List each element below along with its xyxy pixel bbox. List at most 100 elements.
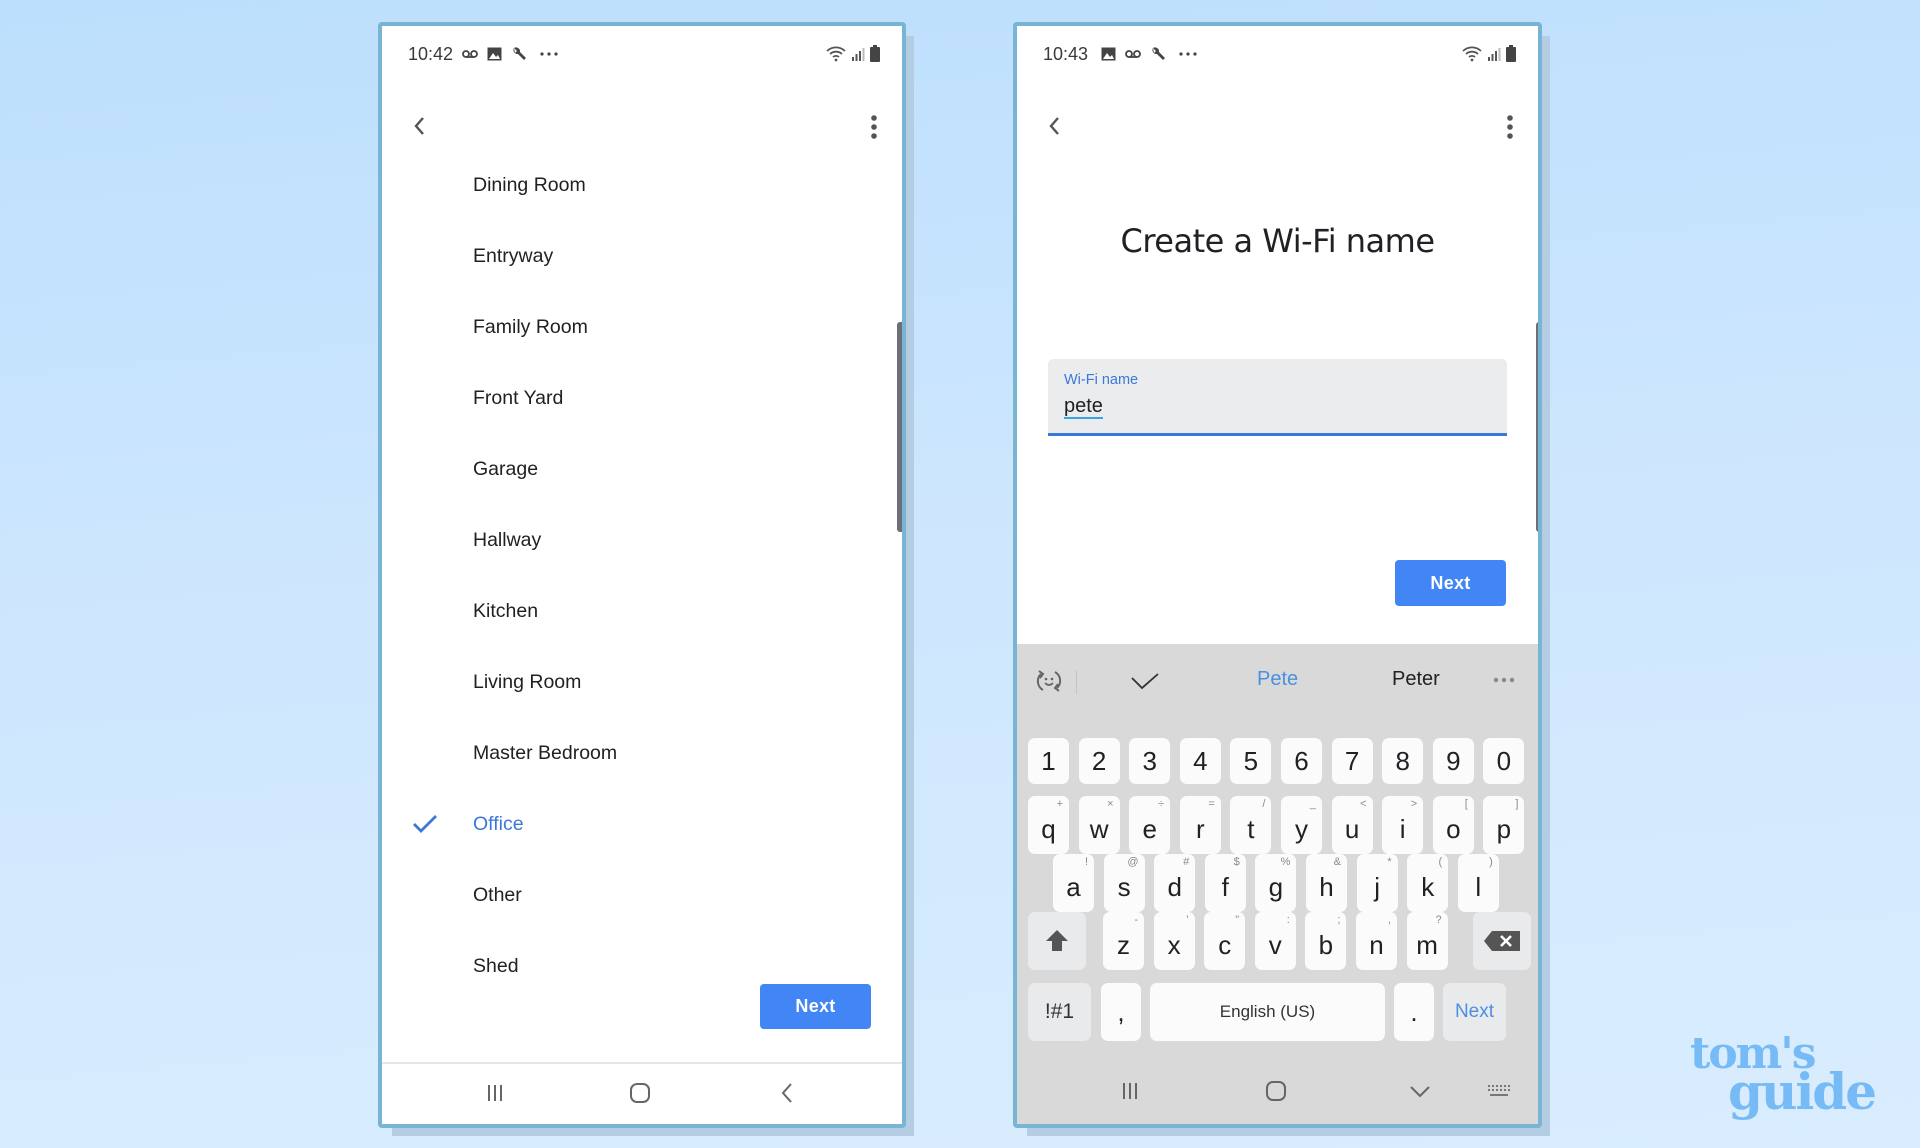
wifi-name-value[interactable]: pete bbox=[1064, 395, 1103, 419]
shift-key[interactable] bbox=[1028, 912, 1086, 970]
room-option[interactable]: Master Bedroom bbox=[382, 718, 902, 789]
key-n[interactable]: n, bbox=[1356, 912, 1397, 970]
scrollbar[interactable] bbox=[1536, 322, 1538, 532]
next-button[interactable]: Next bbox=[760, 984, 871, 1029]
key-secondary: % bbox=[1280, 856, 1291, 868]
symbols-key[interactable]: !#1 bbox=[1028, 983, 1091, 1041]
key-g[interactable]: g% bbox=[1255, 854, 1297, 912]
room-label: Office bbox=[473, 813, 524, 835]
recent-apps-icon[interactable] bbox=[1115, 1076, 1145, 1106]
room-label: Hallway bbox=[473, 529, 542, 551]
room-option[interactable]: Kitchen bbox=[382, 576, 902, 647]
room-option[interactable]: Office bbox=[382, 789, 902, 860]
room-option[interactable]: Front Yard bbox=[382, 363, 902, 434]
suggestion-peter[interactable]: Peter bbox=[1392, 668, 1440, 691]
more-options-button[interactable] bbox=[1504, 114, 1516, 140]
key-l[interactable]: l) bbox=[1457, 854, 1499, 912]
key-secondary: @ bbox=[1127, 856, 1139, 868]
space-key[interactable]: English (US) bbox=[1150, 983, 1385, 1041]
key-9[interactable]: 9 bbox=[1432, 738, 1474, 784]
voicemail-icon bbox=[1125, 50, 1141, 58]
room-option[interactable]: Family Room bbox=[382, 292, 902, 363]
hide-keyboard-icon[interactable] bbox=[1405, 1076, 1435, 1106]
key-e[interactable]: e ÷ bbox=[1129, 796, 1171, 854]
key-o[interactable]: o[ bbox=[1432, 796, 1474, 854]
key-y[interactable]: y _ bbox=[1281, 796, 1322, 854]
room-option[interactable]: Dining Room bbox=[382, 150, 902, 221]
key-label: i bbox=[1399, 813, 1406, 844]
key-secondary: ÷ bbox=[1158, 798, 1165, 810]
key-t[interactable]: t / bbox=[1230, 796, 1272, 854]
room-label: Other bbox=[473, 884, 522, 906]
recent-apps-icon[interactable] bbox=[480, 1078, 510, 1108]
more-suggestions-icon[interactable] bbox=[1493, 677, 1515, 683]
key-f[interactable]: f $ bbox=[1204, 854, 1246, 912]
room-option[interactable]: Living Room bbox=[382, 647, 902, 718]
suggestion-pete[interactable]: Pete bbox=[1257, 668, 1298, 691]
key-r[interactable]: r = bbox=[1179, 796, 1221, 854]
key-x[interactable]: x ' bbox=[1153, 912, 1195, 970]
key-v[interactable]: v: bbox=[1254, 912, 1296, 970]
checkmark-icon[interactable] bbox=[1130, 672, 1160, 692]
key-z[interactable]: z- bbox=[1103, 912, 1144, 970]
key-m[interactable]: m? bbox=[1406, 912, 1448, 970]
key-0[interactable]: 0 bbox=[1483, 738, 1525, 784]
key-d[interactable]: d # bbox=[1154, 854, 1196, 912]
key-label: 4 bbox=[1193, 745, 1208, 776]
room-label: Living Room bbox=[473, 671, 582, 693]
key-label: m bbox=[1416, 929, 1438, 960]
key-secondary: / bbox=[1262, 798, 1266, 810]
back-nav-icon[interactable] bbox=[772, 1078, 802, 1108]
key-label: 9 bbox=[1446, 745, 1461, 776]
room-label: Shed bbox=[473, 955, 519, 977]
key-4[interactable]: 4 bbox=[1179, 738, 1221, 784]
key-a[interactable]: a! bbox=[1053, 854, 1094, 912]
key-b[interactable]: b; bbox=[1305, 912, 1347, 970]
key-label: r bbox=[1195, 813, 1205, 844]
key-1[interactable]: 1 bbox=[1028, 738, 1069, 784]
key-2[interactable]: 2 bbox=[1078, 738, 1120, 784]
key-secondary: ) bbox=[1489, 856, 1493, 868]
key-secondary: $ bbox=[1233, 856, 1240, 868]
key-j[interactable]: j * bbox=[1356, 854, 1398, 912]
back-button[interactable] bbox=[408, 112, 432, 140]
key-q[interactable]: q + bbox=[1028, 796, 1069, 854]
keyboard-switch-icon[interactable] bbox=[1484, 1076, 1514, 1106]
key-label: 6 bbox=[1294, 745, 1309, 776]
room-option[interactable]: Entryway bbox=[382, 221, 902, 292]
key-h[interactable]: h & bbox=[1306, 854, 1347, 912]
room-option[interactable]: Garage bbox=[382, 434, 902, 505]
key-5[interactable]: 5 bbox=[1230, 738, 1272, 784]
home-icon[interactable] bbox=[1261, 1076, 1291, 1106]
action-next-key[interactable]: Next bbox=[1443, 983, 1506, 1041]
key-label: a bbox=[1066, 871, 1081, 902]
key-label: , bbox=[1117, 996, 1125, 1027]
key-c[interactable]: c " bbox=[1204, 912, 1246, 970]
next-button[interactable]: Next bbox=[1395, 560, 1506, 606]
key-3[interactable]: 3 bbox=[1129, 738, 1171, 784]
key-7[interactable]: 7 bbox=[1331, 738, 1373, 784]
key-i[interactable]: i > bbox=[1382, 796, 1424, 854]
key-k[interactable]: k( bbox=[1407, 854, 1449, 912]
wrench-icon bbox=[1152, 47, 1165, 60]
period-key[interactable]: . bbox=[1394, 983, 1434, 1041]
home-icon[interactable] bbox=[625, 1078, 655, 1108]
backspace-key[interactable] bbox=[1473, 912, 1531, 970]
key-label: !#1 bbox=[1044, 1000, 1075, 1023]
key-u[interactable]: u < bbox=[1331, 796, 1373, 854]
room-option[interactable]: Hallway bbox=[382, 505, 902, 576]
key-w[interactable]: w × bbox=[1078, 796, 1120, 854]
scrollbar[interactable] bbox=[897, 322, 902, 532]
key-label: t bbox=[1247, 813, 1255, 844]
key-6[interactable]: 6 bbox=[1281, 738, 1322, 784]
key-s[interactable]: s @ bbox=[1103, 854, 1145, 912]
emoji-sync-icon[interactable] bbox=[1035, 666, 1063, 696]
more-options-button[interactable] bbox=[868, 114, 880, 140]
key-label: b bbox=[1318, 929, 1334, 960]
room-option[interactable]: Other bbox=[382, 860, 902, 931]
key-p[interactable]: p] bbox=[1483, 796, 1525, 854]
wifi-name-input[interactable]: Wi-Fi name pete bbox=[1048, 359, 1507, 436]
comma-key[interactable]: , bbox=[1101, 983, 1141, 1041]
back-button[interactable] bbox=[1043, 112, 1067, 140]
key-8[interactable]: 8 bbox=[1382, 738, 1424, 784]
